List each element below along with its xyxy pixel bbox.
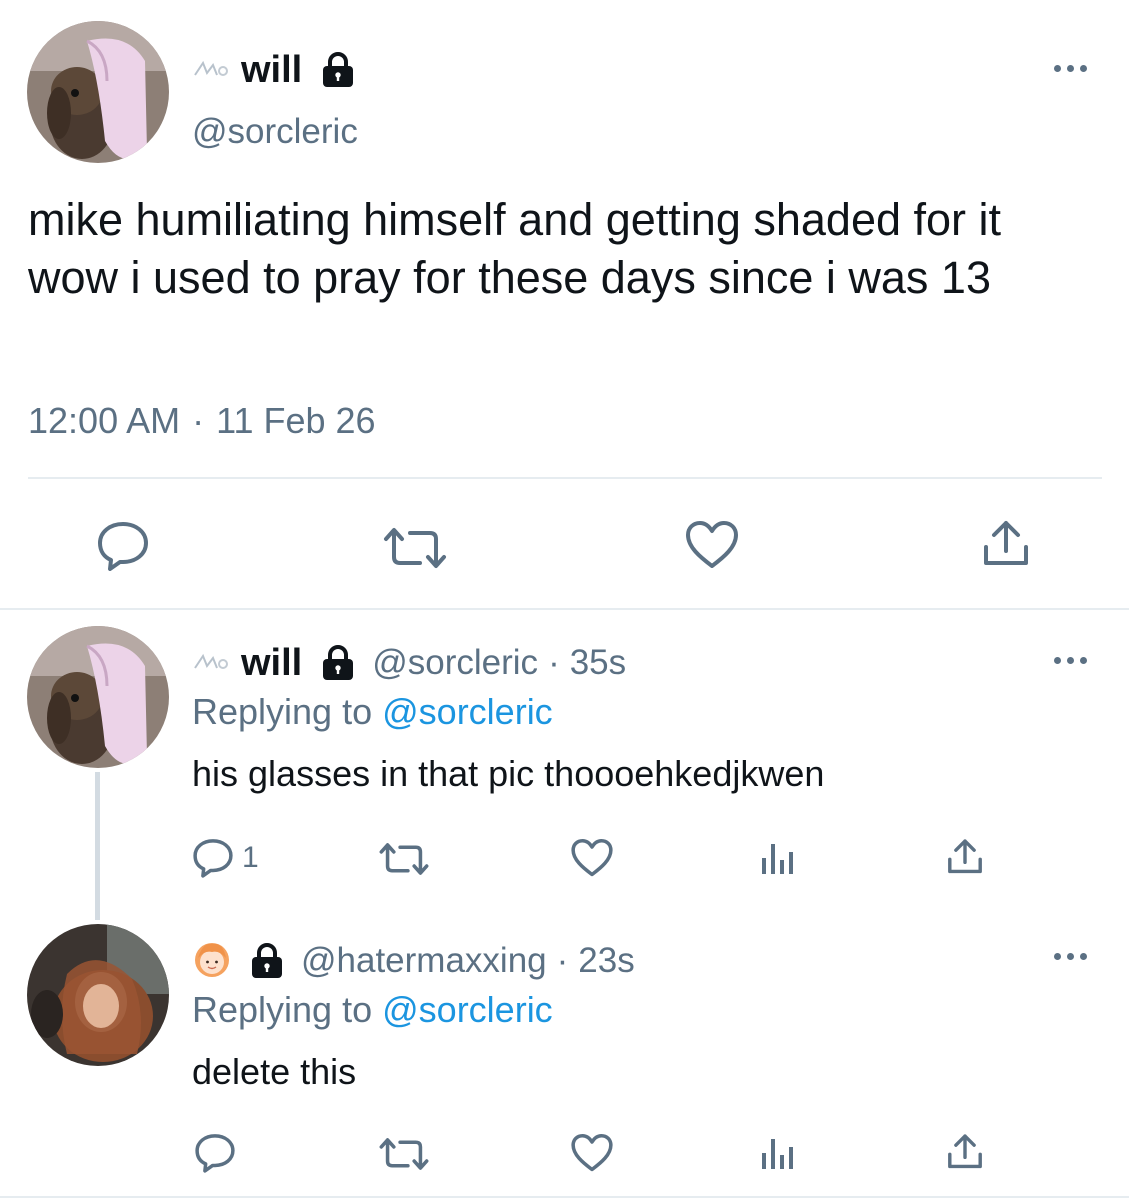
lock-icon xyxy=(247,941,287,981)
reply-age[interactable]: 23s xyxy=(578,941,634,981)
reply-icon[interactable] xyxy=(192,838,234,878)
analytics-icon[interactable] xyxy=(760,1135,798,1171)
tweet-time[interactable]: 12:00 AM xyxy=(28,400,180,442)
retweet-icon[interactable] xyxy=(378,841,430,877)
share-icon[interactable] xyxy=(945,838,985,876)
section-divider xyxy=(0,608,1129,610)
share-icon[interactable] xyxy=(980,519,1032,569)
like-icon[interactable] xyxy=(684,520,740,570)
reply-avatar[interactable] xyxy=(27,626,169,768)
reply-action[interactable] xyxy=(194,1133,244,1173)
reply-author-handle[interactable]: @sorcleric xyxy=(372,643,538,683)
lock-icon xyxy=(318,50,358,90)
replying-label: Replying to xyxy=(192,989,373,1030)
reply-author-handle[interactable]: @hatermaxxing xyxy=(301,941,547,981)
reply-icon[interactable] xyxy=(96,521,150,571)
more-icon[interactable] xyxy=(1054,62,1088,74)
avatar[interactable] xyxy=(27,21,169,163)
reply-text: delete this xyxy=(192,1051,357,1092)
reply-text: his glasses in that pic thoooehkedjkwen xyxy=(192,753,825,794)
replying-label: Replying to xyxy=(192,691,373,732)
reply-author-name[interactable]: will xyxy=(241,642,302,685)
reply-avatar[interactable] xyxy=(27,924,169,1066)
like-icon[interactable] xyxy=(570,838,614,878)
analytics-icon[interactable] xyxy=(760,840,798,876)
bottom-divider xyxy=(0,1196,1129,1198)
person-emoji xyxy=(193,940,231,983)
name-emoji xyxy=(193,57,231,83)
author-handle[interactable]: @sorcleric xyxy=(192,112,358,152)
like-icon[interactable] xyxy=(570,1133,614,1173)
reply-age[interactable]: 35s xyxy=(570,643,626,683)
more-icon[interactable] xyxy=(1054,654,1088,666)
more-icon[interactable] xyxy=(1054,950,1088,962)
replying-to-link[interactable]: @sorcleric xyxy=(382,691,553,732)
tweet-date[interactable]: 11 Feb 26 xyxy=(216,400,375,442)
share-icon[interactable] xyxy=(945,1133,985,1171)
meta-separator: · xyxy=(556,941,569,980)
retweet-icon[interactable] xyxy=(378,1136,430,1172)
reply-icon[interactable] xyxy=(194,1133,236,1173)
lock-icon xyxy=(318,643,358,683)
reply-count: 1 xyxy=(242,841,259,874)
meta-separator: · xyxy=(192,400,205,441)
tweet-text: mike humiliating himself and getting sha… xyxy=(28,194,1002,303)
name-emoji xyxy=(193,650,231,676)
thread-line xyxy=(95,772,100,920)
author-name[interactable]: will xyxy=(241,49,302,92)
reply-action[interactable]: 1 xyxy=(192,838,259,878)
meta-separator: · xyxy=(548,643,560,682)
replying-to-link[interactable]: @sorcleric xyxy=(382,989,553,1030)
retweet-icon[interactable] xyxy=(382,525,448,571)
divider xyxy=(28,477,1102,479)
